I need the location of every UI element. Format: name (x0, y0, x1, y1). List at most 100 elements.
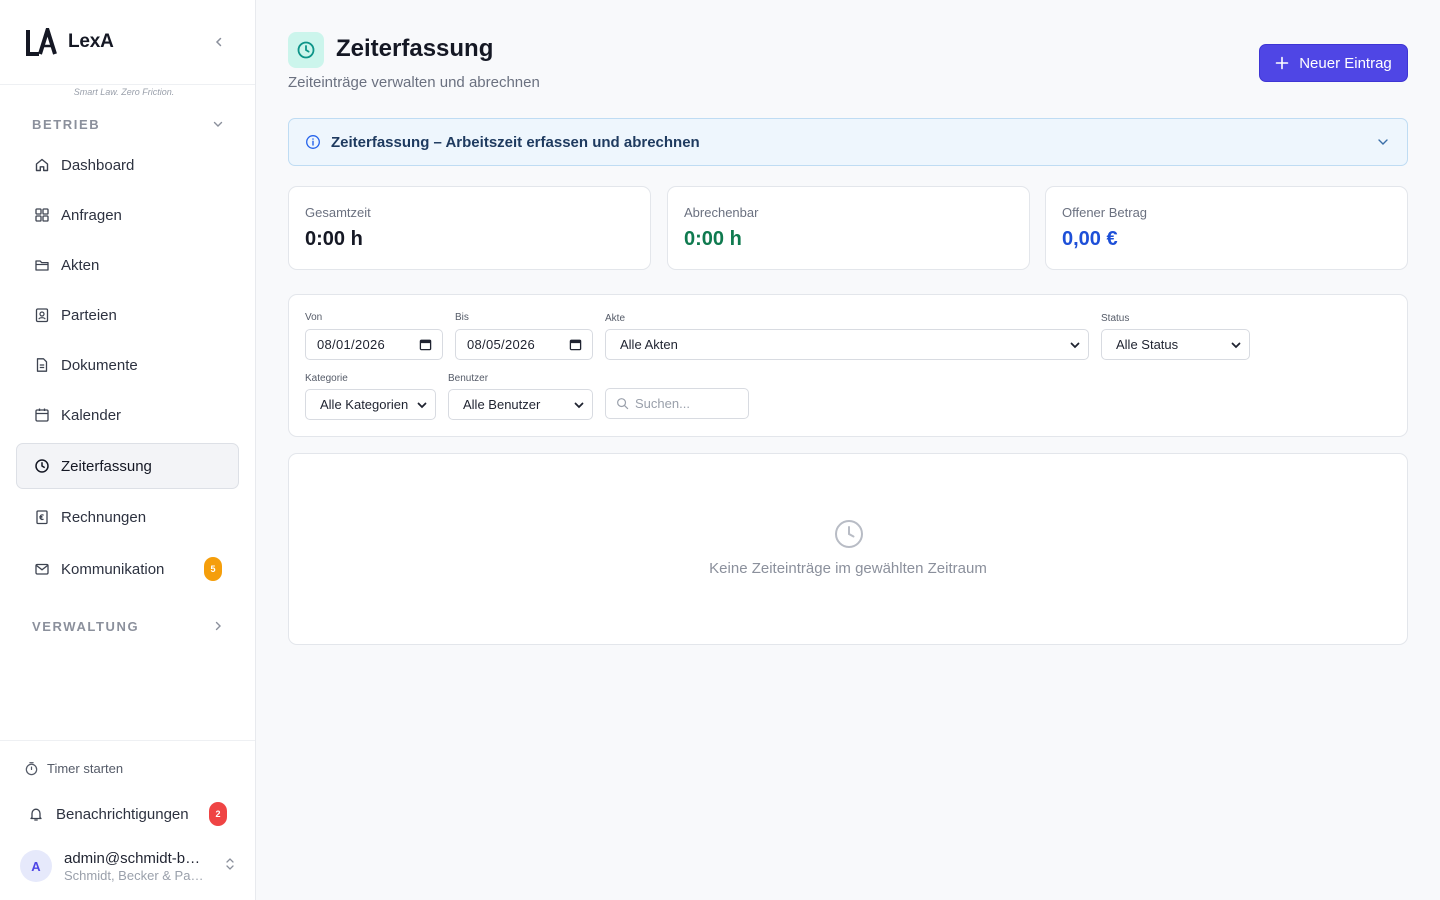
calendar-icon (569, 339, 582, 351)
plus-icon (1275, 56, 1289, 70)
von-date-input[interactable]: 08/01/2026 (305, 329, 443, 360)
sidebar-item-kommunikation[interactable]: Kommunikation 5 (16, 546, 239, 592)
sidebar: LexA Smart Law. Zero Friction. BETRIEB D… (0, 0, 256, 900)
kategorie-select[interactable]: Alle Kategorien (305, 389, 436, 420)
tagline: Smart Law. Zero Friction. (73, 87, 175, 97)
notifications-button[interactable]: Benachrichtigungen 2 (16, 799, 239, 829)
chevron-right-icon (215, 621, 221, 631)
page-title: Zeiterfassung (336, 35, 494, 62)
mail-icon (33, 561, 50, 578)
sidebar-item-label: Akten (61, 256, 100, 274)
status-selected-value: Alle Status (1116, 337, 1179, 352)
sidebar-item-parteien[interactable]: Parteien (16, 292, 239, 338)
stat-card-gesamtzeit: Gesamtzeit 0:00 h (288, 186, 651, 270)
bis-label: Bis (455, 312, 469, 323)
entries-list-empty: Keine Zeiteinträge im gewählten Zeitraum (288, 453, 1408, 645)
sidebar-item-label: Dokumente (61, 356, 138, 374)
kategorie-label: Kategorie (305, 373, 348, 384)
user-organization: Schmidt, Becker & Partner (64, 867, 206, 883)
info-icon (305, 134, 321, 150)
bell-icon (28, 806, 44, 822)
search-icon (616, 397, 629, 410)
sidebar-item-label: Rechnungen (61, 508, 147, 526)
chevron-left-icon (215, 37, 222, 47)
user-menu[interactable]: A admin@schmidt-becker.de Schmidt, Becke… (20, 844, 240, 888)
sidebar-item-anfragen[interactable]: Anfragen (16, 192, 239, 238)
benutzer-select[interactable]: Alle Benutzer (448, 389, 593, 420)
contact-icon (33, 307, 50, 324)
bis-date-input[interactable]: 08/05/2026 (455, 329, 593, 360)
info-banner-text: Zeiterfassung – Arbeitszeit erfassen und… (331, 133, 700, 151)
sidebar-item-dokumente[interactable]: Dokumente (16, 342, 239, 388)
sidebar-item-label: Anfragen (61, 206, 122, 224)
grid-icon (33, 207, 50, 224)
stat-value: 0,00 € (1062, 228, 1118, 250)
section-title: BETRIEB (32, 116, 101, 132)
sidebar-item-label: Kommunikation (61, 560, 165, 578)
chevron-down-icon (1231, 342, 1241, 348)
sidebar-item-label: Parteien (61, 306, 117, 324)
calendar-icon (419, 339, 432, 351)
filter-panel: Von 08/01/2026 Bis 08/05/2026 Akte Alle … (288, 294, 1408, 437)
new-entry-button[interactable]: Neuer Eintrag (1259, 44, 1408, 82)
benutzer-selected-value: Alle Benutzer (463, 397, 541, 412)
avatar: A (20, 850, 52, 882)
notifications-label: Benachrichtigungen (56, 805, 189, 823)
chevron-down-icon (1070, 342, 1080, 348)
akte-label: Akte (605, 313, 626, 324)
benutzer-label: Benutzer (448, 373, 489, 384)
sidebar-item-dashboard[interactable]: Dashboard (16, 142, 239, 188)
home-icon (33, 157, 50, 174)
sidebar-footer: Timer starten Benachrichtigungen 2 A adm… (0, 740, 255, 900)
bis-date-value: 08/05/2026 (467, 337, 536, 352)
stat-label: Abrechenbar (684, 205, 759, 220)
section-betrieb[interactable]: BETRIEB (32, 114, 224, 134)
section-verwaltung[interactable]: VERWALTUNG (32, 616, 224, 636)
stat-label: Offener Betrag (1062, 205, 1148, 220)
von-label: Von (305, 312, 323, 323)
stat-card-abrechenbar: Abrechenbar 0:00 h (667, 186, 1030, 270)
kategorie-selected-value: Alle Kategorien (320, 397, 409, 412)
invoice-icon (33, 509, 50, 526)
sidebar-item-akten[interactable]: Akten (16, 242, 239, 288)
clock-icon (288, 32, 324, 68)
akte-select[interactable]: Alle Akten (605, 329, 1089, 360)
clock-icon (33, 458, 50, 475)
stat-card-offener-betrag: Offener Betrag 0,00 € (1045, 186, 1408, 270)
stat-label: Gesamtzeit (305, 205, 371, 220)
chevron-down-icon (1375, 134, 1391, 150)
document-icon (33, 357, 50, 374)
unread-count-badge: 5 (204, 557, 222, 581)
chevron-up-down-icon (224, 856, 236, 872)
sidebar-item-label: Zeiterfassung (61, 457, 152, 475)
lexa-logo (26, 28, 57, 56)
chevron-down-icon (574, 402, 584, 408)
von-date-value: 08/01/2026 (317, 337, 386, 352)
brand-header: LexA (0, 0, 255, 85)
sidebar-item-zeiterfassung[interactable]: Zeiterfassung (16, 443, 239, 489)
sidebar-item-rechnungen[interactable]: Rechnungen (16, 494, 239, 540)
collapse-sidebar-button[interactable] (208, 31, 230, 53)
user-info: admin@schmidt-becker.de Schmidt, Becker … (64, 850, 206, 883)
start-timer-button[interactable]: Timer starten (24, 761, 123, 776)
timer-label: Timer starten (47, 761, 124, 776)
empty-state-text: Keine Zeiteinträge im gewählten Zeitraum (709, 560, 987, 577)
section-title: VERWALTUNG (32, 618, 140, 634)
new-entry-label: Neuer Eintrag (1299, 54, 1392, 72)
notifications-count-badge: 2 (209, 802, 227, 826)
search-input[interactable]: Suchen... (605, 388, 749, 419)
user-email: admin@schmidt-becker.de (64, 849, 206, 867)
stat-value: 0:00 h (684, 228, 742, 250)
sidebar-item-kalender[interactable]: Kalender (16, 392, 239, 438)
sidebar-item-label: Dashboard (61, 156, 135, 174)
stopwatch-icon (24, 761, 39, 776)
sidebar-item-label: Kalender (61, 406, 122, 424)
status-select[interactable]: Alle Status (1101, 329, 1250, 360)
info-banner[interactable]: Zeiterfassung – Arbeitszeit erfassen und… (288, 118, 1408, 166)
chevron-down-icon (417, 402, 427, 408)
status-label: Status (1101, 313, 1130, 324)
stat-value: 0:00 h (305, 228, 363, 250)
chevron-down-icon (213, 121, 223, 127)
page-subtitle: Zeiteinträge verwalten und abrechnen (288, 74, 540, 91)
app-name: LexA (68, 31, 114, 52)
